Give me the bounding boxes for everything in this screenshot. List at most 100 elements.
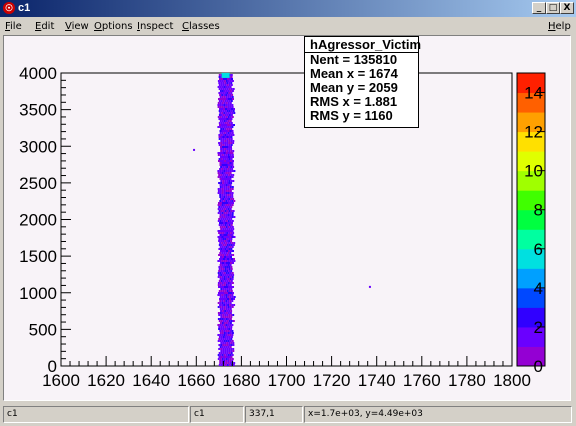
menu-view[interactable]: View [65,21,89,32]
heatmap-cell [226,180,229,182]
heatmap-cell [228,198,231,200]
heatmap-cell [223,216,226,218]
heatmap-cell [231,154,234,156]
heatmap-cell [225,192,228,194]
heatmap-cell [218,274,221,276]
heatmap-cell [230,138,233,140]
x-tick-label: 1660 [177,371,215,390]
heatmap-cell [222,238,225,240]
maximize-button[interactable]: □ [546,2,560,14]
heatmap-cell [223,106,226,108]
y-tick-label: 3000 [19,137,57,156]
heatmap-cell [222,320,225,322]
heatmap-cell [232,254,235,256]
heatmap-cell [219,120,222,122]
heatmap-cell [226,310,229,312]
heatmap-cell [219,176,222,178]
stats-box[interactable]: hAgressor_Victim Nent = 135810 Mean x = … [304,36,421,128]
heatmap-cell [225,96,228,98]
heatmap-cell [230,348,233,350]
heatmap-cell [231,132,234,134]
heatmap-cell [221,304,224,306]
heatmap-cell [231,162,234,164]
menu-inspect[interactable]: Inspect [137,21,173,32]
heatmap-cell [225,190,228,192]
heatmap-cell [228,160,230,162]
heatmap-cell [217,294,220,296]
title-bar[interactable]: ☉ c1 _ □ X [0,0,576,17]
heatmap-cell [223,200,226,202]
heatmap-cell [225,318,228,320]
heatmap-cell [230,160,232,162]
heatmap-cell [227,188,230,190]
heatmap-cell [222,290,225,292]
heatmap-cell [225,276,228,278]
heatmap-cell [227,170,230,172]
histogram-plot[interactable]: 1600 1620 1640 1660 1680 1700 1720 1740 1760 1780… [4,36,570,400]
close-button[interactable]: X [560,2,574,14]
heatmap-cell [220,338,223,340]
heatmap-cell [221,90,224,92]
heatmap-cell [226,248,229,250]
heatmap-cell [221,106,224,108]
heatmap-cell [229,204,232,206]
heatmap-cell [217,272,220,274]
heatmap-cell [229,276,232,278]
heatmap-cell [231,226,234,228]
heatmap-cell [219,258,221,260]
heatmap-cell [225,152,228,154]
heatmap-cell [228,292,230,294]
heatmap-cell [230,224,233,226]
heatmap-cell [223,130,226,132]
menu-options[interactable]: Options [94,21,133,32]
heatmap-cell [219,90,222,92]
heatmap-cell [220,174,223,176]
heatmap-cell [227,108,229,110]
heatmap-cell [217,170,220,172]
heatmap-cell [228,270,231,272]
heatmap-cell [224,98,226,100]
heatmap-cell [229,302,232,304]
heatmap-cell [227,90,230,92]
heatmap-cell [229,236,232,238]
heatmap-cell [229,170,232,172]
heatmap-cell [231,214,234,216]
heatmap-cell [231,130,234,132]
heatmap-cell [223,170,226,172]
heatmap-cell [230,98,232,100]
root-app-icon[interactable]: ☉ [3,2,15,14]
heatmap-cell [229,184,232,186]
heatmap-cell [231,186,234,188]
heatmap-cell [221,308,224,310]
heatmap-cell [220,310,223,312]
heatmap-cell [228,134,231,136]
heatmap-cell [231,330,234,332]
menu-edit[interactable]: Edit [35,21,54,32]
heatmap-cell [224,140,227,142]
menu-file[interactable]: File [5,21,22,32]
heatmap-cell [219,186,222,188]
heatmap-cell [226,240,229,242]
menu-classes[interactable]: Classes [182,21,220,32]
heatmap-cell [223,186,226,188]
heatmap-outlier [368,285,371,288]
heatmap-cell [228,240,231,242]
heatmap-cell [229,284,232,286]
canvas[interactable]: 1600 1620 1640 1660 1680 1700 1720 1740 1760 1780… [3,35,571,401]
heatmap-cell [220,336,223,338]
heatmap-cell [225,132,228,134]
heatmap-cell [221,236,224,238]
heatmap-cell [219,358,222,360]
heatmap-cell [221,318,224,320]
heatmap-cell [227,184,230,186]
menu-help[interactable]: Help [548,21,571,32]
heatmap-cell [231,94,234,96]
heatmap-cell [226,182,229,184]
minimize-button[interactable]: _ [532,2,546,14]
heatmap-cell [230,198,233,200]
heatmap-cell [220,136,223,138]
heatmap-cell [225,154,228,156]
heatmap-cell [220,122,223,124]
heatmap-cell [230,254,233,256]
heatmap-cell [232,350,235,352]
